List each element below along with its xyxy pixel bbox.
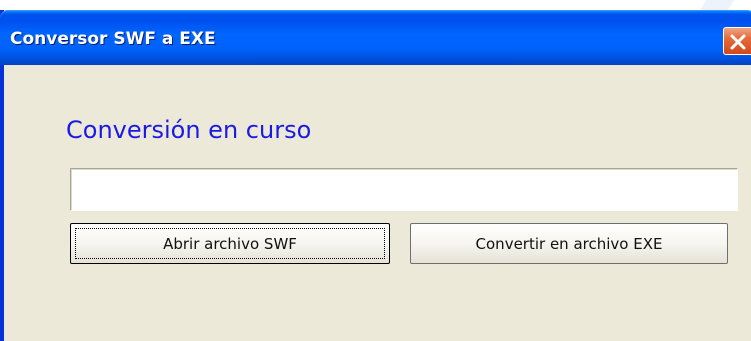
close-icon (730, 34, 746, 50)
dialog-window: Conversor SWF a EXE Conversión en curso … (0, 10, 751, 341)
dialog-body: Conversión en curso Abrir archivo SWF Co… (4, 65, 751, 341)
close-button[interactable] (723, 27, 751, 55)
title-bar[interactable]: Conversor SWF a EXE (0, 10, 751, 65)
status-heading: Conversión en curso (66, 116, 312, 144)
convert-exe-button[interactable]: Convertir en archivo EXE (410, 223, 728, 264)
open-swf-button[interactable]: Abrir archivo SWF (70, 223, 390, 264)
window-title: Conversor SWF a EXE (10, 29, 216, 49)
conversion-progress-bar (70, 168, 738, 211)
